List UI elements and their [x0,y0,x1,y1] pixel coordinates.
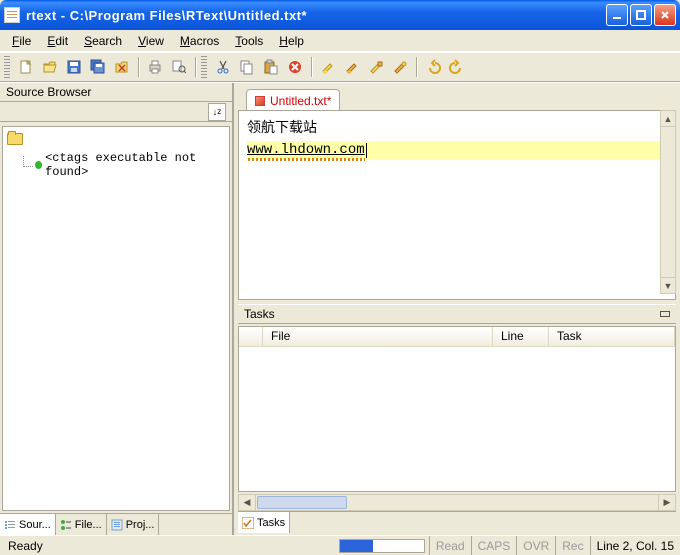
menu-help[interactable]: Help [273,32,310,50]
tree-root[interactable] [7,133,225,145]
delete-icon[interactable] [284,56,306,78]
saveall-icon[interactable] [87,56,109,78]
menu-macros[interactable]: Macros [174,32,225,50]
sidebar: Source Browser ↓z <ctags executable not … [0,82,234,535]
window-title: rtext - C:\Program Files\RText\Untitled.… [26,8,606,23]
menu-tools[interactable]: Tools [229,32,269,50]
caret [366,143,367,158]
tab-label: File... [75,519,102,531]
source-browser-title: Source Browser [6,85,91,99]
undo-icon[interactable] [422,56,444,78]
tab-label: Sour... [19,519,51,531]
editor-scrollbar-vertical[interactable]: ▲ ▼ [660,110,676,294]
highlight-2-icon[interactable] [341,56,363,78]
app-icon [4,7,20,23]
status-read: Read [429,536,471,555]
modified-icon [255,96,265,106]
tasks-table[interactable]: File Line Task [238,326,676,492]
highlight-1-icon[interactable] [317,56,339,78]
new-icon[interactable] [15,56,37,78]
document-tab[interactable]: Untitled.txt* [246,89,340,111]
open-icon[interactable] [39,56,61,78]
maximize-button[interactable] [630,4,652,26]
status-ready: Ready [0,539,51,553]
titlebar: rtext - C:\Program Files\RText\Untitled.… [0,0,680,30]
tab-label: Proj... [126,519,155,531]
scroll-left-icon[interactable]: ◀ [239,495,256,510]
sidebar-tab-proj[interactable]: Proj... [107,514,160,535]
tasks-col-line[interactable]: Line [493,327,549,346]
menubar: FFileile Edit Search View Macros Tools H… [0,30,680,52]
toolbar-grip-2[interactable] [201,56,207,78]
copy-icon[interactable] [236,56,258,78]
statusbar: Ready Read CAPS OVR Rec Line 2, Col. 15 [0,535,680,555]
highlight-4-icon[interactable] [389,56,411,78]
editor-line-2: www.lhdown.com [247,142,365,158]
tree-icon [60,519,72,531]
status-progress [339,539,425,553]
menu-view[interactable]: View [132,32,170,50]
cut-icon[interactable] [212,56,234,78]
document-tab-label: Untitled.txt* [270,94,331,108]
text-editor[interactable]: 领航下载站 www.lhdown.com [238,110,676,300]
list-icon [4,519,16,531]
tasks-scrollbar-horizontal[interactable]: ◀ ▶ [238,494,676,511]
menu-search[interactable]: Search [78,32,128,50]
bottom-tab-tasks[interactable]: Tasks [238,512,290,533]
progress-fill [340,540,374,552]
folder-icon [7,133,23,145]
status-rec: Rec [555,536,589,555]
status-ovr: OVR [516,536,555,555]
print-icon[interactable] [144,56,166,78]
panel-toggle-icon[interactable] [660,311,670,317]
save-icon[interactable] [63,56,85,78]
sidebar-tabs: Sour... File... Proj... [0,513,232,535]
tree-item-error[interactable]: <ctags executable not found> [23,151,225,179]
print-preview-icon[interactable] [168,56,190,78]
bullet-icon [35,161,42,169]
project-icon [111,519,123,531]
tasks-col-file[interactable]: File [263,327,493,346]
editor-region: Untitled.txt* 领航下载站 www.lhdown.com ▲ ▼ [234,82,680,304]
source-tree[interactable]: <ctags executable not found> [2,126,230,511]
menu-file[interactable]: FFileile [6,32,37,50]
editor-line-1: 领航下载站 [247,117,667,137]
scroll-right-icon[interactable]: ▶ [658,495,675,510]
tab-label: Tasks [257,517,285,529]
toolbar-grip[interactable] [4,56,10,78]
highlight-3-icon[interactable] [365,56,387,78]
scroll-down-icon[interactable]: ▼ [661,277,675,293]
status-caps: CAPS [471,536,517,555]
close-button[interactable] [654,4,676,26]
status-position: Line 2, Col. 15 [590,536,680,555]
checklist-icon [242,517,254,529]
scroll-up-icon[interactable]: ▲ [661,111,675,127]
sort-az-button[interactable]: ↓z [208,103,226,121]
bottom-tabs: Tasks [238,511,676,533]
scroll-thumb[interactable] [257,496,347,509]
sidebar-tab-file[interactable]: File... [56,514,107,535]
tasks-col-task[interactable]: Task [549,327,675,346]
menu-edit[interactable]: Edit [41,32,74,50]
close-doc-icon[interactable] [111,56,133,78]
redo-icon[interactable] [446,56,468,78]
sidebar-tab-source[interactable]: Sour... [0,514,56,535]
tree-item-label: <ctags executable not found> [45,151,225,179]
tasks-header: Tasks [238,304,676,324]
source-browser-header: Source Browser [0,82,232,102]
tasks-col-icon[interactable] [239,327,263,346]
tasks-title: Tasks [244,307,275,321]
paste-icon[interactable] [260,56,282,78]
minimize-button[interactable] [606,4,628,26]
toolbar [0,52,680,82]
